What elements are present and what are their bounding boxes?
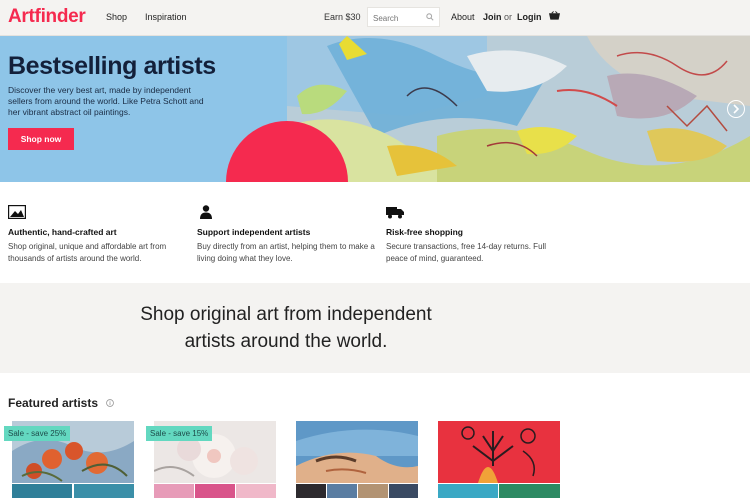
carousel-next-button[interactable] bbox=[727, 100, 745, 118]
sale-badge: Sale - save 15% bbox=[146, 426, 213, 441]
basket-icon[interactable] bbox=[549, 11, 560, 21]
join-link[interactable]: Join bbox=[483, 12, 502, 22]
tagline-line-2: artists around the world. bbox=[184, 331, 388, 352]
nav-about[interactable]: About bbox=[451, 12, 475, 22]
top-nav: Artfinder Shop Inspiration Earn $30 Abou… bbox=[0, 0, 750, 36]
artist-card-portrait[interactable] bbox=[296, 421, 418, 498]
shop-now-button[interactable]: Shop now bbox=[8, 128, 74, 150]
feature-title: Support independent artists bbox=[197, 227, 311, 237]
search-box[interactable] bbox=[367, 7, 440, 28]
or-text: or bbox=[504, 12, 513, 22]
artwork-thumbnail bbox=[296, 421, 418, 498]
hero-title: Bestselling artists bbox=[8, 52, 216, 80]
tagline-band: Shop original art from independent artis… bbox=[0, 283, 750, 373]
feature-description: Secure transactions, free 14-day returns… bbox=[386, 242, 547, 263]
hero-artwork bbox=[287, 36, 750, 182]
search-icon[interactable] bbox=[426, 13, 434, 21]
feature-title: Authentic, hand-crafted art bbox=[8, 227, 117, 237]
chevron-right-icon bbox=[733, 104, 740, 114]
artwork-thumbnail bbox=[438, 421, 560, 498]
hero-banner: Bestselling artists Discover the very be… bbox=[0, 36, 750, 182]
search-input[interactable] bbox=[368, 9, 425, 28]
sale-badge: Sale - save 25% bbox=[4, 426, 71, 441]
hero-description: Discover the very best art, made by inde… bbox=[8, 85, 204, 117]
person-icon bbox=[200, 205, 212, 219]
artfinder-logo[interactable]: Artfinder bbox=[8, 6, 86, 28]
info-icon[interactable] bbox=[106, 399, 114, 407]
truck-icon bbox=[386, 207, 404, 219]
tagline-line-1: Shop original art from independent bbox=[140, 304, 432, 325]
feature-description: Shop original, unique and affordable art… bbox=[8, 242, 167, 263]
nav-shop[interactable]: Shop bbox=[106, 12, 127, 22]
tagline: Shop original art from independent artis… bbox=[0, 301, 572, 355]
image-icon bbox=[8, 205, 26, 219]
nav-inspiration[interactable]: Inspiration bbox=[145, 12, 187, 22]
feature-title: Risk-free shopping bbox=[386, 227, 463, 237]
earn-link[interactable]: Earn $30 bbox=[324, 12, 361, 22]
login-link[interactable]: Login bbox=[517, 12, 542, 22]
artist-card-folk-art[interactable] bbox=[438, 421, 560, 498]
featured-artists-heading: Featured artists bbox=[8, 396, 99, 410]
feature-description: Buy directly from an artist, helping the… bbox=[197, 242, 375, 263]
